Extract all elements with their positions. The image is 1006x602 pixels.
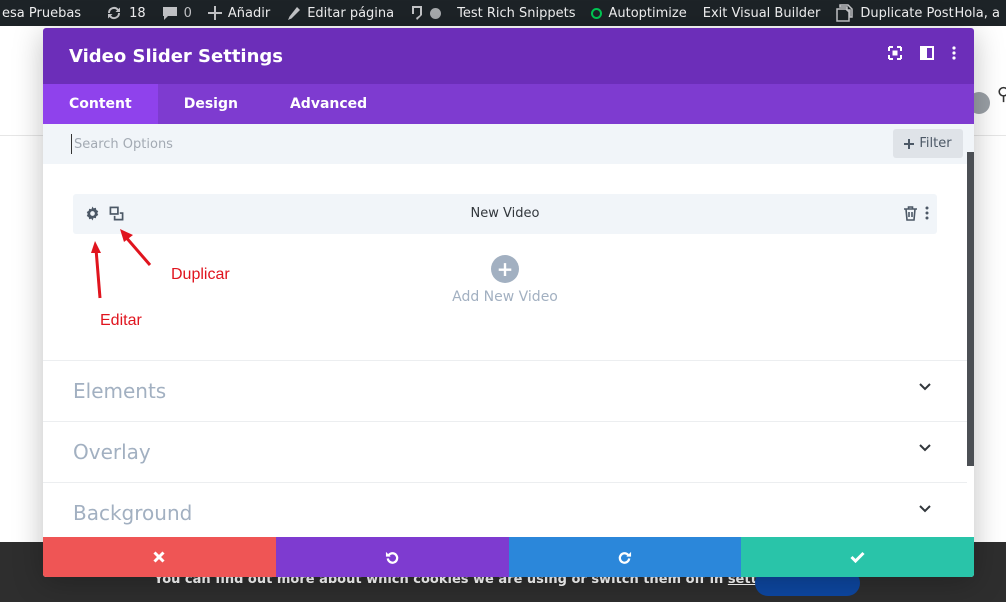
annotation-duplicate-label: Duplicar xyxy=(171,266,230,283)
annotation-edit-label: Editar xyxy=(100,312,142,329)
annotation-arrow-duplicate xyxy=(91,229,152,299)
